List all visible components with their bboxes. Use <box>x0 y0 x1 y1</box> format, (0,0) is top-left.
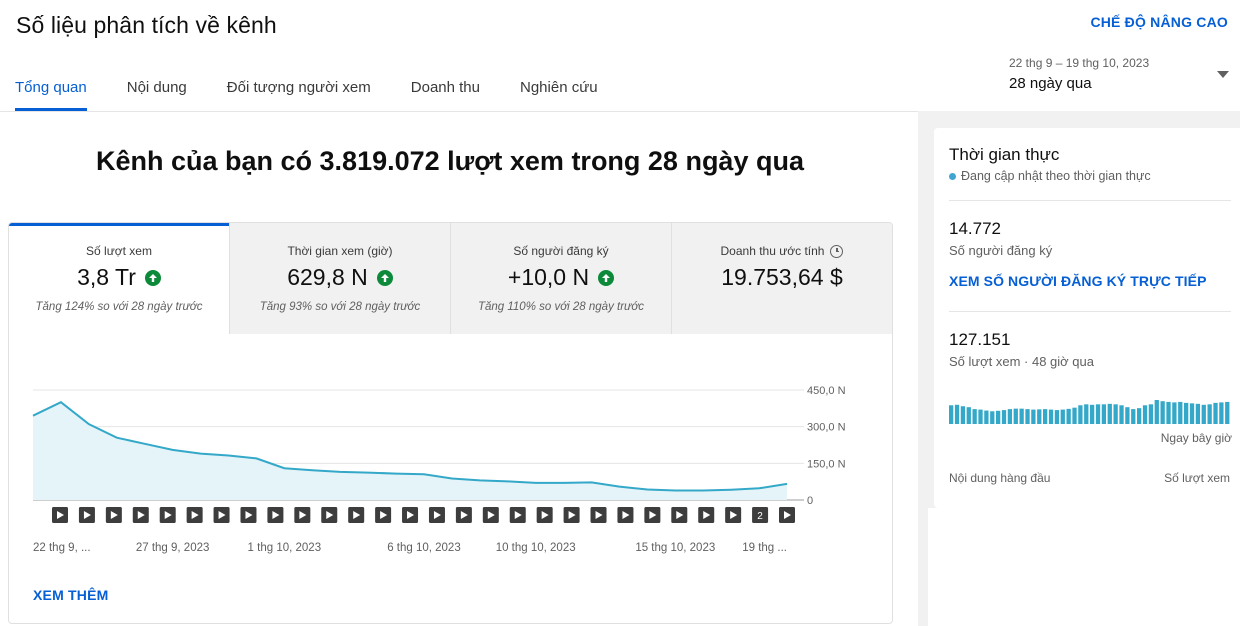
realtime-bar <box>1095 404 1101 424</box>
tab-revenue[interactable]: Doanh thu <box>391 64 500 111</box>
main-heading: Kênh của bạn có 3.819.072 lượt xem trong… <box>96 146 804 176</box>
realtime-subscribers-value: 14.772 <box>949 219 1001 238</box>
right-panel-bottom <box>928 508 1240 626</box>
tab-overview[interactable]: Tổng quan <box>0 64 87 111</box>
see-more-link[interactable]: XEM THÊM <box>33 587 109 603</box>
x-tick-label: 10 thg 10, 2023 <box>496 542 576 554</box>
realtime-bar <box>1213 402 1218 424</box>
realtime-bar <box>1001 410 1007 424</box>
realtime-bar <box>1125 407 1130 424</box>
date-range-picker[interactable]: 22 thg 9 – 19 thg 10, 2023 28 ngày qua <box>1009 56 1231 100</box>
realtime-bar <box>949 405 954 424</box>
period-label: 28 ngày qua <box>1009 75 1092 92</box>
y-tick-label: 300,0 N <box>807 422 846 434</box>
realtime-bar <box>966 407 971 424</box>
live-dot-icon <box>949 172 956 180</box>
x-tick-label: 19 thg ... <box>742 542 787 554</box>
realtime-bar <box>1119 405 1124 424</box>
top-content-metric: Số lượt xem <box>1164 471 1230 485</box>
realtime-bar <box>1160 401 1165 424</box>
realtime-bar <box>978 409 983 424</box>
divider <box>949 200 1231 201</box>
realtime-views-value: 127.151 <box>949 330 1011 349</box>
realtime-subscribers-label: Số người đăng ký <box>949 243 1053 258</box>
x-tick-label: 15 thg 10, 2023 <box>635 542 715 554</box>
realtime-bar-chart <box>949 400 1230 424</box>
realtime-bar <box>1107 403 1112 424</box>
live-subscribers-link[interactable]: XEM SỐ NGƯỜI ĐĂNG KÝ TRỰC TIẾP <box>949 273 1207 289</box>
realtime-bar <box>1142 405 1148 424</box>
realtime-bar <box>1078 405 1083 424</box>
top-content-label: Nội dung hàng đầu <box>949 471 1051 485</box>
realtime-bar <box>1154 400 1159 424</box>
realtime-bar <box>1225 401 1230 424</box>
realtime-bar <box>1137 408 1142 424</box>
views-chart: 0 150,0 N 300,0 N 450,0 N 2 22 thg 9, ... 27 t… <box>32 385 846 554</box>
realtime-bar <box>1031 409 1036 424</box>
realtime-bar <box>1148 404 1154 424</box>
divider <box>949 311 1231 312</box>
x-tick-label: 6 thg 10, 2023 <box>387 542 461 554</box>
y-tick-label: 150,0 N <box>807 458 846 470</box>
realtime-bar <box>960 406 966 424</box>
metrics-card: Số lượt xem 3,8 Tr Tăng 124% so với 28 n… <box>8 222 893 624</box>
realtime-bar <box>1113 404 1118 424</box>
realtime-bar <box>1019 408 1024 424</box>
realtime-bar <box>996 410 1001 424</box>
tab-audience[interactable]: Đối tượng người xem <box>207 64 391 111</box>
realtime-title: Thời gian thực <box>949 145 1060 164</box>
realtime-bar <box>1201 404 1206 424</box>
header-divider <box>0 111 918 112</box>
x-tick-label: 27 thg 9, 2023 <box>136 542 210 554</box>
realtime-bar <box>1072 407 1077 424</box>
realtime-bar <box>1101 404 1107 424</box>
realtime-bar <box>1054 410 1060 424</box>
realtime-bar <box>1013 408 1018 424</box>
realtime-subtitle: Đang cập nhật theo thời gian thực <box>961 169 1151 183</box>
realtime-bar <box>1066 408 1071 424</box>
tab-bar: Tổng quan Nội dung Đối tượng người xem D… <box>0 64 618 111</box>
video-marker-count: 2 <box>757 511 763 522</box>
x-tick-label: 22 thg 9, ... <box>33 542 91 554</box>
advanced-mode-link[interactable]: CHẾ ĐỘ NÂNG CAO <box>1090 14 1228 30</box>
realtime-bar <box>1189 403 1195 424</box>
tab-content[interactable]: Nội dung <box>107 64 207 111</box>
realtime-bar <box>1043 409 1048 424</box>
realtime-bar <box>1007 409 1013 424</box>
realtime-card: Thời gian thực Đang cập nhật theo thời g… <box>934 128 1240 508</box>
views-area <box>33 402 787 500</box>
realtime-bar <box>1195 403 1201 424</box>
tab-research[interactable]: Nghiên cứu <box>500 64 618 111</box>
y-tick-label: 0 <box>807 495 813 507</box>
realtime-bar <box>1207 404 1212 424</box>
realtime-bar <box>1178 401 1183 424</box>
now-label: Ngay bây giờ <box>1160 431 1232 445</box>
caret-down-icon <box>1217 71 1229 78</box>
realtime-bar <box>1025 409 1030 424</box>
realtime-views-label: Số lượt xem · 48 giờ qua <box>949 354 1094 369</box>
realtime-bar <box>990 411 995 424</box>
realtime-bar <box>1060 409 1065 424</box>
page-title: Số liệu phân tích về kênh <box>16 12 277 38</box>
x-tick-label: 1 thg 10, 2023 <box>248 542 322 554</box>
y-tick-label: 450,0 N <box>807 385 846 397</box>
realtime-bar <box>1090 404 1095 424</box>
realtime-bar <box>1037 409 1042 424</box>
realtime-bar <box>972 409 977 424</box>
realtime-bar <box>1166 401 1171 424</box>
realtime-bar <box>954 404 960 424</box>
realtime-subtitle-row: Đang cập nhật theo thời gian thực <box>949 169 1151 183</box>
realtime-bar <box>1219 402 1224 424</box>
realtime-bar <box>1184 402 1189 424</box>
realtime-bar <box>1048 409 1054 424</box>
realtime-bar <box>984 410 989 424</box>
realtime-bar <box>1172 402 1177 424</box>
date-range-text: 22 thg 9 – 19 thg 10, 2023 <box>1009 56 1150 70</box>
realtime-bar <box>1084 404 1089 424</box>
realtime-bar <box>1131 409 1136 424</box>
